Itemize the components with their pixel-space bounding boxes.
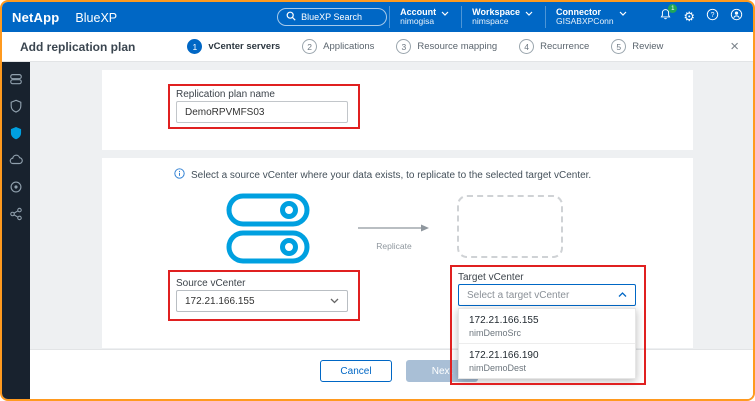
info-icon (174, 166, 185, 184)
connector-menu[interactable]: Connector GISABXPConn (545, 6, 637, 28)
account-value: nimogisa (400, 17, 436, 27)
workspace-menu[interactable]: Workspace nimspace (461, 6, 543, 28)
workspace-value: nimspace (472, 17, 520, 27)
chevron-down-icon (525, 11, 533, 16)
replicate-arrow: Replicate (358, 220, 430, 251)
step-number: 2 (302, 39, 317, 54)
replicate-label: Replicate (358, 241, 430, 251)
header-icons: 1 ⚙ ? (659, 8, 743, 26)
step-label: Applications (323, 41, 374, 52)
share-icon[interactable] (9, 207, 23, 221)
plan-name-label: Replication plan name (176, 89, 275, 100)
dropdown-option[interactable]: 172.21.166.190 nimDemoDest (459, 343, 635, 378)
close-icon[interactable]: × (730, 39, 739, 54)
option-ip: 172.21.166.190 (469, 350, 625, 361)
search-label: BlueXP Search (301, 12, 362, 22)
help-button[interactable]: ? (706, 8, 719, 26)
chevron-down-icon (441, 11, 449, 16)
help-icon: ? (706, 8, 719, 26)
settings-button[interactable]: ⚙ (683, 11, 695, 24)
chevron-down-icon (619, 11, 627, 16)
info-text: Select a source vCenter where your data … (191, 170, 591, 181)
cloud-icon[interactable] (9, 153, 23, 167)
step-number: 3 (396, 39, 411, 54)
step-label: vCenter servers (208, 41, 280, 52)
chevron-up-icon (618, 290, 627, 301)
dropdown-option[interactable]: 172.21.166.155 nimDemoSrc (459, 309, 635, 343)
plan-name-input[interactable] (176, 101, 348, 123)
user-icon (730, 8, 743, 26)
top-header: NetApp BlueXP BlueXP Search Account nimo… (2, 2, 753, 32)
step-label: Review (632, 41, 663, 52)
step-recurrence[interactable]: 4 Recurrence (519, 39, 589, 54)
step-number: 5 (611, 39, 626, 54)
step-label: Recurrence (540, 41, 589, 52)
wizard-stepper: 1 vCenter servers 2 Applications 3 Resou… (187, 39, 663, 54)
info-row: Select a source vCenter where your data … (174, 166, 591, 184)
wizard-footer: Cancel Next (30, 349, 753, 399)
product-name: BlueXP (75, 11, 117, 25)
left-nav (2, 62, 30, 399)
svg-text:?: ? (711, 12, 715, 19)
source-vcenter-select[interactable]: 172.21.166.155 (176, 290, 348, 312)
step-applications[interactable]: 2 Applications (302, 39, 374, 54)
gear-icon: ⚙ (683, 11, 695, 24)
cancel-button[interactable]: Cancel (320, 360, 392, 382)
page-title: Add replication plan (20, 40, 135, 54)
protection-shield-icon[interactable] (9, 126, 23, 140)
step-number: 1 (187, 39, 202, 54)
connector-value: GISABXPConn (556, 17, 614, 27)
search-input[interactable]: BlueXP Search (277, 8, 387, 26)
account-menu[interactable]: Account nimogisa (389, 6, 459, 28)
step-number: 4 (519, 39, 534, 54)
step-review[interactable]: 5 Review (611, 39, 663, 54)
target-vcenter-label: Target vCenter (458, 272, 524, 283)
source-vcenter-label: Source vCenter (176, 278, 245, 289)
step-vcenter-servers[interactable]: 1 vCenter servers (187, 39, 280, 54)
bluexp-window: NetApp BlueXP BlueXP Search Account nimo… (0, 0, 755, 401)
target-vcenter-select[interactable]: Select a target vCenter (458, 284, 636, 306)
option-name: nimDemoDest (469, 363, 625, 373)
source-vcenter-value: 172.21.166.155 (185, 296, 255, 307)
notifications-button[interactable]: 1 (659, 8, 672, 26)
step-resource-mapping[interactable]: 3 Resource mapping (396, 39, 497, 54)
netapp-logo: NetApp (12, 10, 59, 25)
chevron-down-icon (330, 296, 339, 307)
wizard-header: Add replication plan 1 vCenter servers 2… (2, 32, 753, 62)
step-label: Resource mapping (417, 41, 497, 52)
option-name: nimDemoSrc (469, 328, 625, 338)
main-content: Replication plan name Select a source vC… (30, 62, 753, 399)
target-vcenter-dropdown: 172.21.166.155 nimDemoSrc 172.21.166.190… (458, 308, 636, 379)
target-placeholder-box (457, 195, 563, 258)
target-vcenter-placeholder: Select a target vCenter (467, 290, 569, 301)
source-servers-icon (226, 193, 310, 270)
option-ip: 172.21.166.155 (469, 315, 625, 326)
plan-name-card: Replication plan name (102, 70, 693, 150)
health-shield-icon[interactable] (9, 99, 23, 113)
search-icon (286, 11, 296, 23)
notification-badge: 1 (668, 4, 677, 13)
brand: NetApp BlueXP (12, 10, 117, 25)
storage-icon[interactable] (9, 72, 23, 86)
user-button[interactable] (730, 8, 743, 26)
observability-icon[interactable] (9, 180, 23, 194)
